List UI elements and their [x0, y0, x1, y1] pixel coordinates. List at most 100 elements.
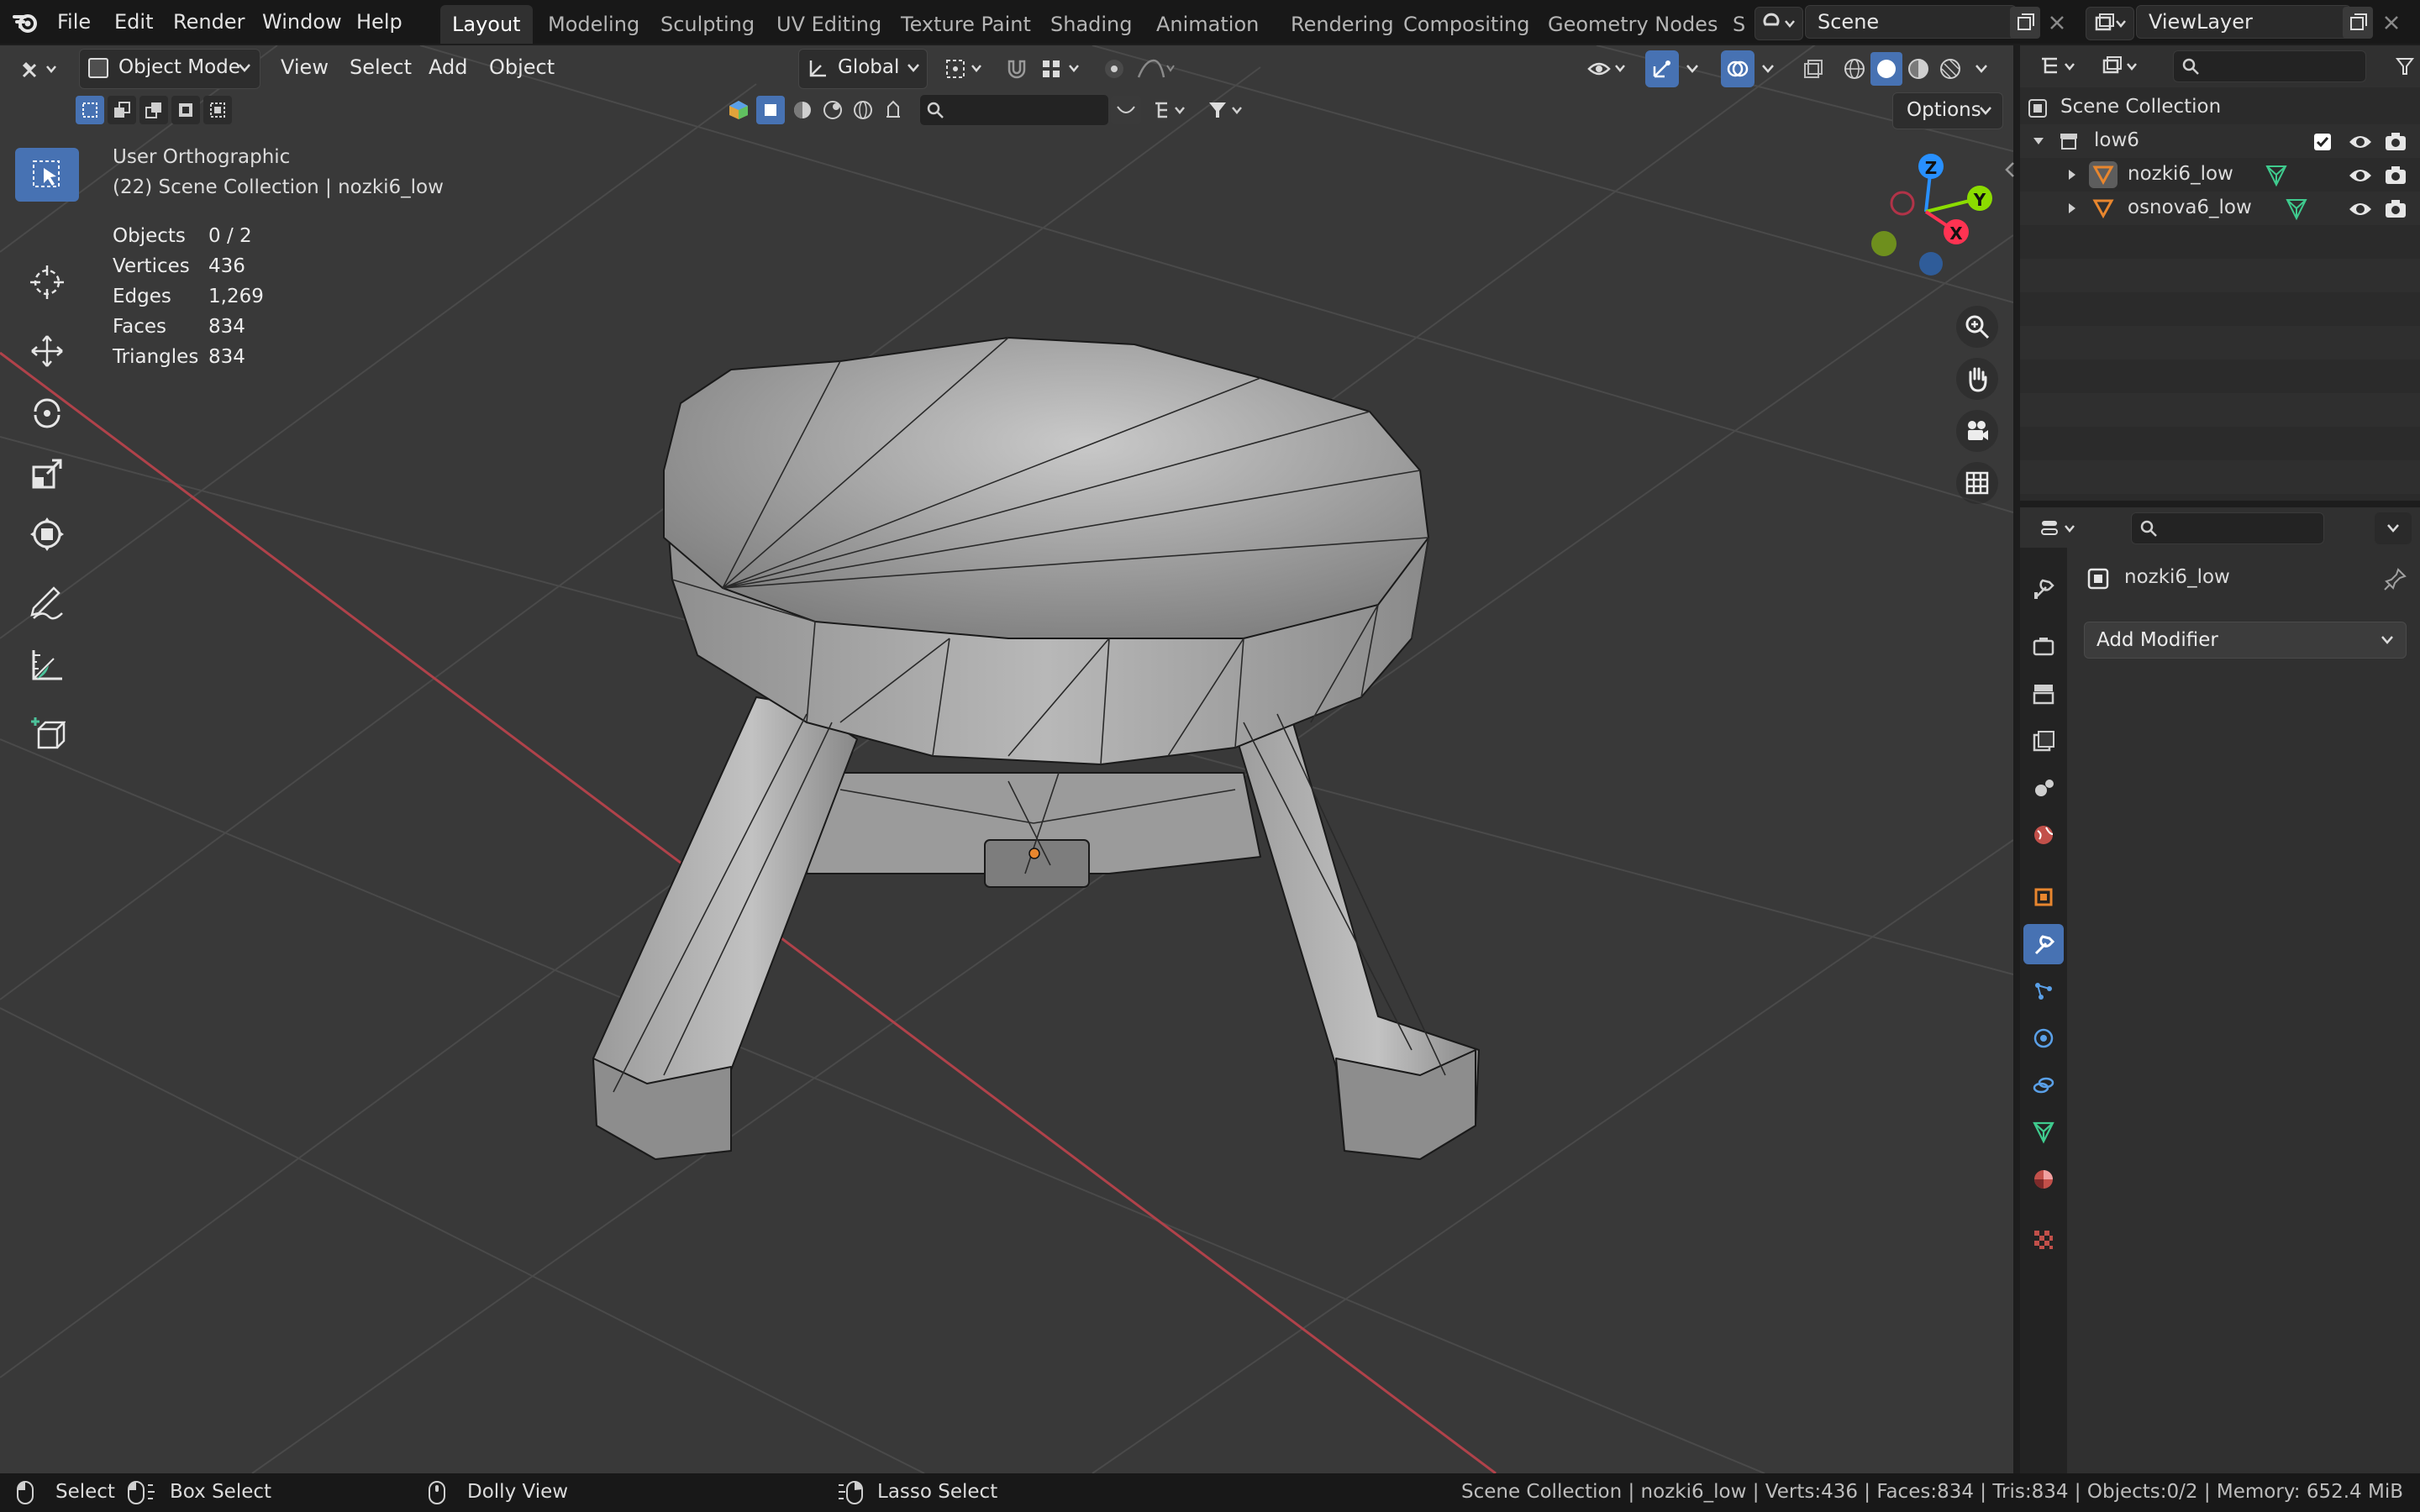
menu-select[interactable]: Select	[341, 49, 420, 86]
physics-tab-icon[interactable]	[2023, 1018, 2064, 1058]
menu-add[interactable]: Add	[420, 49, 476, 86]
particles-tab-icon[interactable]	[2023, 971, 2064, 1011]
outliner-search-field[interactable]	[2173, 50, 2366, 82]
light-filter-icon[interactable]	[820, 97, 845, 123]
measure-tool[interactable]	[15, 638, 79, 692]
tab-sculpting[interactable]: Sculpting	[649, 5, 766, 44]
restrict-select-icon[interactable]	[756, 96, 785, 124]
pivot-point-icon[interactable]	[939, 50, 992, 87]
outliner-row-scene-collection[interactable]: Scene Collection	[2020, 91, 2420, 124]
tab-texture-paint[interactable]: Texture Paint	[889, 5, 1043, 44]
xray-toggle-icon[interactable]	[1797, 50, 1830, 87]
properties-options-icon[interactable]	[2375, 512, 2412, 544]
select-invert-icon[interactable]	[171, 96, 200, 124]
tab-scripting-truncated[interactable]: S	[1721, 5, 1757, 44]
constraints-tab-icon[interactable]	[2023, 1065, 2064, 1105]
world-tab-icon[interactable]	[2023, 815, 2064, 855]
eye-icon[interactable]	[2348, 165, 2373, 186]
scene-name-field[interactable]: Scene	[1805, 5, 2017, 39]
output-tab-icon[interactable]	[2023, 674, 2064, 714]
view-layer-icon[interactable]	[2086, 7, 2134, 40]
menu-object[interactable]: Object	[481, 49, 563, 86]
viewport-search-field[interactable]	[919, 94, 1109, 126]
hierarchy-filter-icon[interactable]	[1148, 96, 1195, 124]
tab-compositing[interactable]: Compositing	[1392, 5, 1541, 44]
menu-view[interactable]: View	[272, 49, 337, 86]
camera-render-icon[interactable]	[2383, 130, 2408, 154]
menu-window[interactable]: Window	[255, 5, 349, 39]
3d-viewport[interactable]: Object Mode View Select Add Object Globa…	[0, 45, 2013, 1473]
menu-file[interactable]: File	[50, 5, 97, 39]
outliner-filter-icon[interactable]	[2390, 52, 2420, 81]
new-scene-icon[interactable]	[2010, 7, 2040, 39]
expand-arrow-icon[interactable]	[2032, 134, 2045, 148]
exclude-checkbox-icon[interactable]	[2312, 132, 2333, 152]
camera-view-icon[interactable]	[1956, 410, 1998, 452]
object-tab-icon[interactable]	[2023, 877, 2064, 917]
pin-icon[interactable]	[2383, 566, 2408, 591]
gizmo-toggle-icon[interactable]	[1645, 50, 1679, 87]
object-visibility-icon[interactable]	[1581, 50, 1634, 87]
move-tool[interactable]	[15, 324, 79, 378]
delete-scene-icon[interactable]	[2042, 7, 2072, 39]
new-view-layer-icon[interactable]	[2343, 7, 2373, 39]
material-tab-icon[interactable]	[2023, 1159, 2064, 1200]
select-box-tool[interactable]	[15, 148, 79, 202]
tab-uv-editing[interactable]: UV Editing	[765, 5, 893, 44]
eye-icon[interactable]	[2348, 132, 2373, 152]
delete-view-layer-icon[interactable]	[2376, 7, 2407, 39]
outliner-row-object-osnova6[interactable]: osnova6_low	[2020, 192, 2420, 225]
data-tab-icon[interactable]	[2023, 1112, 2064, 1152]
overlays-toggle-icon[interactable]	[1721, 50, 1754, 87]
properties-search-field[interactable]	[2131, 512, 2324, 544]
add-cube-tool[interactable]	[15, 707, 79, 761]
select-intersect-icon[interactable]	[203, 96, 232, 124]
outliner-row-object-nozki6[interactable]: nozki6_low	[2020, 158, 2420, 192]
proportional-falloff-icon[interactable]	[1131, 50, 1181, 87]
transform-tool[interactable]	[15, 507, 79, 561]
mode-dropdown[interactable]: Object Mode	[79, 49, 260, 89]
cursor-tool[interactable]	[15, 255, 79, 309]
world-filter-icon[interactable]	[850, 97, 876, 123]
display-mode-icon[interactable]	[2097, 50, 2148, 82]
texture-tab-icon[interactable]	[2023, 1220, 2064, 1260]
expand-arrow-icon[interactable]	[2065, 168, 2079, 181]
scene-type-icon[interactable]	[1754, 7, 1803, 40]
eye-icon[interactable]	[2348, 199, 2373, 219]
outliner-editor-type-icon[interactable]	[2035, 50, 2086, 82]
options-dropdown[interactable]: Options	[1892, 92, 2003, 129]
sphere-filter-icon[interactable]	[790, 97, 815, 123]
scene-tab-icon[interactable]	[2023, 768, 2064, 808]
mesh-data-icon[interactable]	[2284, 197, 2309, 222]
zoom-icon[interactable]	[1956, 306, 1998, 348]
tab-layout[interactable]: Layout	[440, 5, 533, 44]
camera-render-icon[interactable]	[2383, 197, 2408, 221]
tab-shading[interactable]: Shading	[1039, 5, 1144, 44]
shading-options-icon[interactable]	[1970, 52, 1993, 86]
tab-modeling[interactable]: Modeling	[536, 5, 651, 44]
sidebar-toggle-icon[interactable]	[2003, 160, 2017, 180]
editor-type-button[interactable]	[13, 50, 67, 87]
filter-funnel-icon[interactable]	[1202, 96, 1252, 124]
shading-material-icon[interactable]	[1902, 52, 1934, 86]
view-layer-field[interactable]: ViewLayer	[2136, 5, 2351, 39]
camera-render-icon[interactable]	[2383, 164, 2408, 187]
tab-geometry-nodes[interactable]: Geometry Nodes	[1536, 5, 1729, 44]
rotate-tool[interactable]	[15, 385, 79, 438]
proportional-editing-icon[interactable]	[1097, 50, 1131, 87]
shading-wireframe-icon[interactable]	[1839, 52, 1870, 86]
object-color-icon[interactable]	[726, 97, 751, 123]
blender-logo-icon[interactable]	[12, 8, 40, 37]
menu-help[interactable]: Help	[350, 5, 409, 39]
add-modifier-dropdown[interactable]: Add Modifier	[2084, 622, 2407, 659]
pan-hand-icon[interactable]	[1956, 358, 1998, 400]
view-layer-tab-icon[interactable]	[2023, 721, 2064, 761]
overlays-options-icon[interactable]	[1756, 50, 1780, 87]
shading-rendered-icon[interactable]	[1934, 52, 1966, 86]
properties-editor-type-icon[interactable]	[2035, 512, 2086, 544]
modifier-tab-icon[interactable]	[2023, 924, 2064, 964]
mesh-data-icon[interactable]	[2264, 163, 2289, 188]
perspective-toggle-icon[interactable]	[1956, 462, 1998, 504]
annotate-tool[interactable]	[15, 576, 79, 630]
tools-filter-icon[interactable]	[881, 97, 906, 123]
